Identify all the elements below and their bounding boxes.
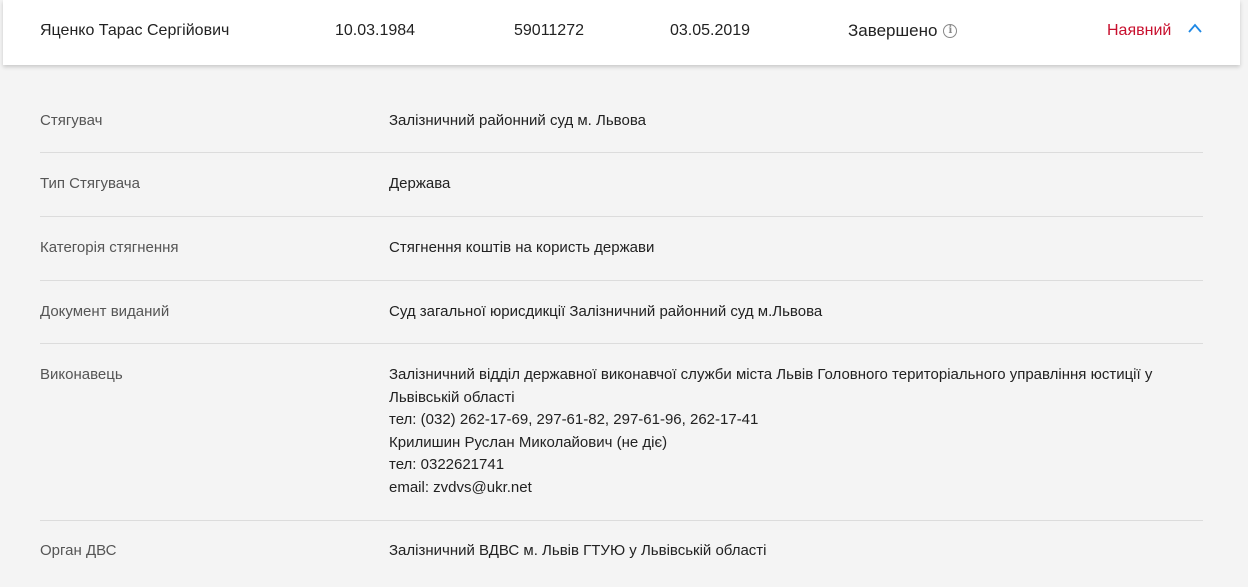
detail-value-line: Залізничний ВДВС м. Львів ГТУЮ у Львівсь… xyxy=(389,542,767,559)
detail-value-line: тел: (032) 262-17-69, 297-61-82, 297-61-… xyxy=(389,411,759,428)
status-cell: Завершено i xyxy=(848,21,958,41)
detail-value: Суд загальної юрисдикції Залізничний рай… xyxy=(389,301,1189,324)
detail-label: Документ виданий xyxy=(40,303,170,320)
detail-value-line: Залізничний відділ державної виконавчої … xyxy=(389,366,1153,406)
detail-value-line: Крилишин Руслан Миколайович (не діє) xyxy=(389,433,668,451)
detail-label: Виконавець xyxy=(40,366,123,383)
case-number: 59011272 xyxy=(514,22,584,39)
detail-value-line: email: zvdvs@ukr.net xyxy=(389,478,532,496)
detail-value: Залізничний відділ державної виконавчої … xyxy=(389,364,1189,499)
detail-label: Орган ДВС xyxy=(40,542,117,559)
detail-value-line: Держава xyxy=(389,175,451,192)
chevron-up-icon[interactable] xyxy=(1187,22,1203,34)
detail-row-collection-category: Категорія стягнення Стягнення коштів на … xyxy=(40,217,1203,281)
open-date: 03.05.2019 xyxy=(670,22,751,39)
detail-value-line: тел: 0322621741 xyxy=(389,456,505,473)
detail-row-executor: Виконавець Залізничний відділ державної … xyxy=(40,344,1203,521)
detail-value: Держава xyxy=(389,173,1189,196)
detail-label: Стягувач xyxy=(40,112,103,129)
detail-row-dvs-body: Орган ДВС Залізничний ВДВС м. Львів ГТУЮ… xyxy=(40,521,1203,587)
status-text: Завершено xyxy=(848,21,938,40)
detail-label: Категорія стягнення xyxy=(40,239,179,256)
detail-label: Тип Стягувача xyxy=(40,175,140,192)
case-details-panel: Стягувач Залізничний районний суд м. Льв… xyxy=(3,65,1240,587)
detail-value: Залізничний ВДВС м. Львів ГТУЮ у Львівсь… xyxy=(389,540,1189,563)
detail-row-creditor: Стягувач Залізничний районний суд м. Льв… xyxy=(40,89,1203,153)
birth-date: 10.03.1984 xyxy=(335,22,416,39)
detail-value: Стягнення коштів на користь держави xyxy=(389,237,1189,260)
detail-row-creditor-type: Тип Стягувача Держава xyxy=(40,153,1203,217)
case-summary-row[interactable]: Яценко Тарас Сергійович 10.03.1984 59011… xyxy=(3,0,1240,65)
detail-value: Залізничний районний суд м. Львова xyxy=(389,110,1189,133)
detail-value-line: Стягнення коштів на користь держави xyxy=(389,239,655,256)
detail-value-line: Суд загальної юрисдикції Залізничний рай… xyxy=(389,303,823,320)
detail-value-line: Залізничний районний суд м. Львова xyxy=(389,112,646,129)
info-icon[interactable]: i xyxy=(943,24,958,38)
debtor-name: Яценко Тарас Сергійович xyxy=(40,22,230,39)
detail-row-document-issued: Документ виданий Суд загальної юрисдикці… xyxy=(40,281,1203,344)
availability-badge: Наявний xyxy=(1107,22,1172,39)
